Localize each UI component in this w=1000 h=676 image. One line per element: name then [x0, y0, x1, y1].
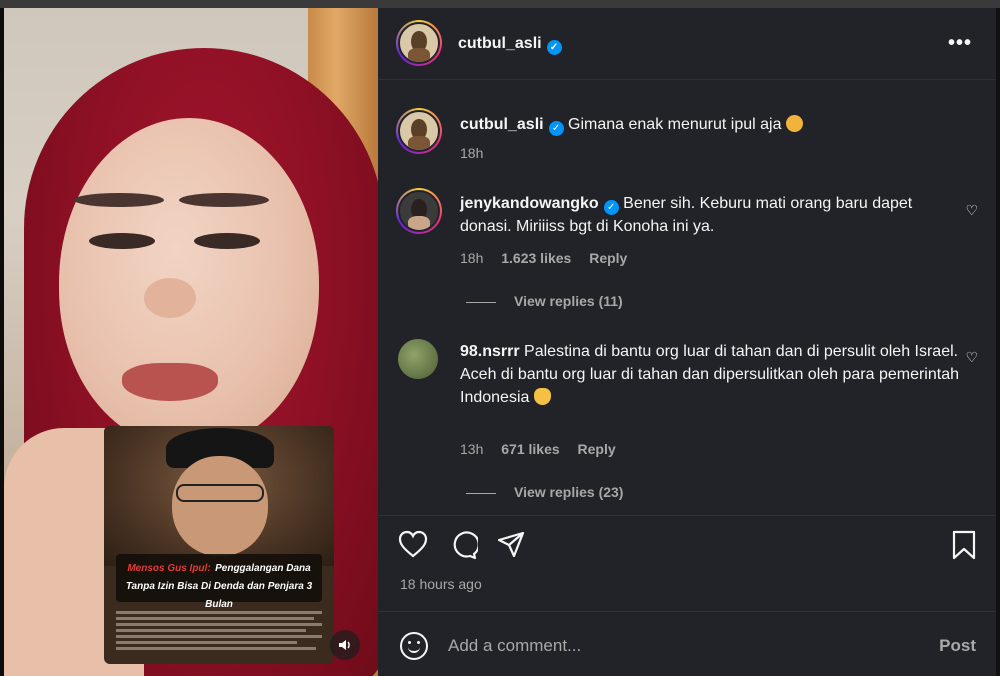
caption-avatar[interactable] — [396, 108, 442, 154]
add-comment-bar: Post — [378, 611, 996, 676]
left-eye — [89, 233, 155, 249]
mouth-shape — [122, 363, 218, 401]
like-heart-icon[interactable] — [398, 530, 428, 563]
comment-avatar[interactable] — [398, 339, 438, 379]
verified-badge-icon: ✓ — [548, 121, 564, 136]
post-media[interactable]: Mensos Gus Ipul: Penggalangan Dana Tanpa… — [4, 8, 378, 676]
right-brow — [179, 193, 269, 207]
scrollbar[interactable] — [996, 8, 1000, 676]
left-brow — [74, 193, 164, 207]
top-strip — [0, 0, 1000, 8]
post-panel: cutbul_asli ✓ ••• cutbul_asli ✓ Gimana ena… — [378, 8, 996, 676]
news-card-glasses — [176, 484, 264, 502]
view-replies-line — [466, 301, 496, 303]
speaker-icon[interactable] — [330, 630, 360, 660]
comment-likes[interactable]: 1.623 likes — [501, 250, 571, 266]
caption: cutbul_asli ✓ Gimana enak menurut ipul aj… — [460, 113, 960, 136]
bookmark-icon[interactable] — [951, 530, 977, 565]
view-replies-button[interactable]: View replies (23) — [466, 484, 623, 500]
caption-text: Gimana enak menurut ipul aja — [568, 116, 782, 133]
comment-bubble-icon[interactable] — [448, 530, 480, 565]
post-time-ago[interactable]: 18 hours ago — [400, 576, 482, 592]
news-card-head — [172, 456, 268, 556]
like-comment-heart-icon[interactable]: ♡ — [965, 202, 978, 219]
comment-meta: 13h 671 likes Reply — [460, 441, 616, 457]
author-username[interactable]: cutbul_asli ✓ — [458, 35, 562, 55]
clapping-hands-emoji-icon — [533, 388, 551, 405]
comment-meta: 18h 1.623 likes Reply — [460, 250, 627, 266]
comment-username[interactable]: jenykandowangko — [460, 195, 599, 212]
comment-time[interactable]: 18h — [460, 250, 483, 266]
view-replies-button[interactable]: View replies (11) — [466, 293, 623, 309]
nose-shape — [144, 278, 196, 318]
news-card: Mensos Gus Ipul: Penggalangan Dana Tanpa… — [104, 426, 334, 664]
post-header: cutbul_asli ✓ ••• — [378, 8, 996, 80]
share-send-icon[interactable] — [496, 530, 526, 565]
reply-button[interactable]: Reply — [578, 441, 616, 457]
like-comment-heart-icon[interactable]: ♡ — [965, 349, 978, 366]
add-comment-input[interactable] — [448, 632, 888, 660]
more-horizontal-icon[interactable]: ••• — [948, 32, 972, 55]
comment-time[interactable]: 13h — [460, 441, 483, 457]
reply-button[interactable]: Reply — [589, 250, 627, 266]
verified-badge-icon: ✓ — [603, 200, 619, 215]
comment-username[interactable]: 98.nsrrr — [460, 343, 520, 360]
headline-red: Mensos Gus Ipul: — [127, 563, 211, 574]
action-bar — [378, 515, 996, 565]
comment-text-line1: Palestina di bantu org luar di tahan dan… — [524, 343, 959, 360]
verified-badge-icon: ✓ — [546, 40, 562, 55]
caption-time[interactable]: 18h — [460, 145, 483, 161]
pleading-face-emoji-icon — [785, 115, 803, 132]
comment-avatar[interactable] — [396, 188, 442, 234]
comment-item: jenykandowangko ✓ Bener sih. Keburu mati … — [460, 192, 960, 238]
caption-username[interactable]: cutbul_asli — [460, 116, 544, 133]
right-eye — [194, 233, 260, 249]
news-card-body — [116, 608, 322, 653]
caption-meta: 18h — [460, 145, 483, 161]
news-card-headline: Mensos Gus Ipul: Penggalangan Dana Tanpa… — [116, 554, 322, 610]
instagram-post-view: Mensos Gus Ipul: Penggalangan Dana Tanpa… — [0, 0, 1000, 676]
view-replies-line — [466, 492, 496, 494]
comment-likes[interactable]: 671 likes — [501, 441, 559, 457]
post-comment-button[interactable]: Post — [939, 636, 976, 656]
author-avatar[interactable] — [396, 20, 442, 66]
emoji-picker-smile-icon[interactable] — [400, 632, 428, 660]
comment-item: 98.nsrrr Palestina di bantu org luar di … — [460, 340, 960, 409]
